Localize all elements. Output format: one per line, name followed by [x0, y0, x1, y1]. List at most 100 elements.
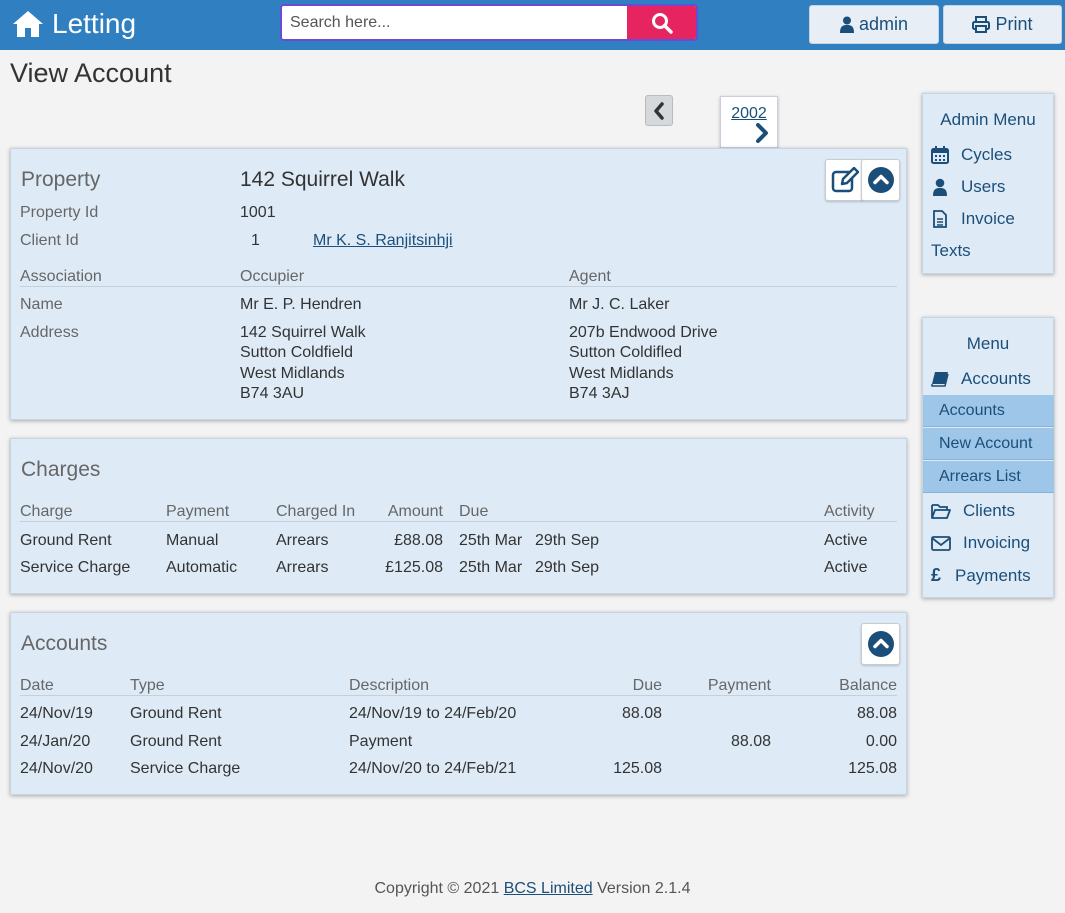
- client-id-label: Client Id: [20, 232, 79, 249]
- occupier-name: Mr E. P. Hendren: [240, 296, 362, 313]
- column-header: Payment: [166, 503, 230, 520]
- menu-item-accounts[interactable]: Accounts: [931, 369, 1031, 389]
- document-icon: [933, 210, 947, 228]
- admin-menu: Admin Menu Cycles Users Invoice Texts: [922, 93, 1054, 274]
- agent-name: Mr J. C. Laker: [569, 296, 670, 313]
- address-label: Address: [20, 324, 79, 341]
- admin-user-button[interactable]: admin: [809, 5, 939, 44]
- submenu-item-accounts[interactable]: Accounts: [923, 395, 1054, 427]
- agent-address-line: 207b Endwood Drive: [569, 324, 718, 341]
- edit-icon: [831, 167, 859, 193]
- admin-menu-item-users[interactable]: Users: [931, 177, 1005, 197]
- property-section-label: Property: [21, 168, 101, 191]
- occupier-header: Occupier: [240, 268, 305, 285]
- due-date-cell: 25th Mar: [459, 532, 523, 549]
- association-header: Association: [20, 268, 102, 285]
- description-cell: 24/Nov/19 to 24/Feb/20: [349, 705, 517, 722]
- copyright-text: Copyright © 2021: [374, 880, 500, 897]
- admin-menu-item-cycles[interactable]: Cycles: [931, 145, 1012, 165]
- chevron-up-circle-icon: [867, 167, 894, 193]
- divider: [20, 695, 897, 696]
- submenu-item-new-account[interactable]: New Account: [923, 428, 1054, 460]
- chevron-right-icon[interactable]: [755, 123, 769, 143]
- description-cell: Payment: [349, 733, 413, 750]
- search-input[interactable]: [282, 6, 627, 39]
- date-cell: 24/Jan/20: [20, 733, 91, 750]
- column-header: Type: [130, 677, 165, 694]
- admin-menu-item-label: Users: [961, 177, 1006, 196]
- print-icon: [972, 16, 991, 33]
- menu-item-label: Clients: [963, 501, 1015, 520]
- admin-menu-item-label: Texts: [931, 241, 971, 260]
- collapse-property-button[interactable]: [861, 159, 900, 201]
- description-cell: 24/Nov/20 to 24/Feb/21: [349, 760, 517, 777]
- column-header: Due: [459, 503, 489, 520]
- version-text: Version 2.1.4: [597, 880, 691, 897]
- page-title: View Account: [10, 58, 172, 88]
- brand-link[interactable]: Letting: [12, 8, 136, 40]
- agent-address-line: West Midlands: [569, 365, 674, 382]
- admin-menu-item-invoice[interactable]: Invoice: [931, 209, 1015, 229]
- divider: [20, 521, 897, 522]
- admin-menu-item-texts[interactable]: Texts: [931, 241, 971, 261]
- balance-cell: 0.00: [865, 733, 897, 750]
- agent-address-line: Sutton Coldifled: [569, 344, 682, 361]
- home-icon: [13, 11, 43, 37]
- print-button[interactable]: Print: [943, 5, 1062, 44]
- divider: [20, 286, 897, 287]
- column-header: Payment: [707, 677, 771, 694]
- due-date-cell: 29th Sep: [535, 559, 600, 576]
- search-button[interactable]: [627, 6, 696, 39]
- menu-title: Menu: [966, 334, 1010, 353]
- company-link[interactable]: BCS Limited: [504, 880, 593, 897]
- column-header: Amount: [387, 503, 443, 520]
- charge-cell: Ground Rent: [20, 532, 112, 549]
- admin-label: admin: [858, 14, 909, 34]
- menu-item-label: Accounts: [961, 369, 1031, 388]
- menu-item-label: Payments: [955, 565, 1031, 585]
- menu-item-clients[interactable]: Clients: [931, 501, 1015, 521]
- type-cell: Ground Rent: [130, 705, 222, 722]
- client-id-value: 1: [251, 232, 260, 249]
- menu-item-payments[interactable]: £ Payments: [931, 565, 1031, 586]
- menu-item-invoicing[interactable]: Invoicing: [931, 533, 1030, 553]
- user-icon: [933, 178, 947, 196]
- client-name-link[interactable]: Mr K. S. Ranjitsinhji: [313, 232, 453, 250]
- charges-panel: Charges Charge Payment Charged In Amount…: [10, 438, 907, 594]
- due-date-cell: 29th Sep: [535, 532, 600, 549]
- footer: Copyright © 2021 BCS Limited Version 2.1…: [0, 880, 1065, 898]
- search-form: [280, 4, 698, 41]
- payment-cell: 88.08: [730, 733, 771, 750]
- chevron-left-icon: [654, 101, 664, 120]
- brand-label: Letting: [52, 8, 137, 39]
- top-navbar: Letting admin Print: [0, 0, 1065, 50]
- property-panel: Property 142 Squirrel Walk Property Id 1…: [10, 148, 907, 420]
- submenu-item-arrears-list[interactable]: Arrears List: [923, 461, 1054, 493]
- charged-in-cell: Arrears: [276, 532, 329, 549]
- due-cell: 88.08: [621, 705, 662, 722]
- name-label: Name: [20, 296, 63, 313]
- year-link[interactable]: 2002: [721, 105, 777, 123]
- folder-open-icon: [931, 504, 951, 519]
- occupier-address-line: B74 3AU: [240, 385, 305, 402]
- main-menu: Menu Accounts Accounts New Account Arrea…: [922, 317, 1054, 598]
- admin-menu-item-label: Invoice: [961, 209, 1015, 228]
- accounts-title: Accounts: [21, 632, 108, 655]
- edit-property-button[interactable]: [825, 159, 864, 201]
- chevron-up-circle-icon: [867, 631, 894, 657]
- menu-item-label: Invoicing: [963, 533, 1031, 552]
- amount-cell: £88.08: [394, 532, 443, 549]
- column-header: Charge: [20, 503, 73, 520]
- previous-year-button[interactable]: [645, 95, 673, 126]
- due-cell: 125.08: [613, 760, 662, 777]
- balance-cell: 88.08: [856, 705, 897, 722]
- column-header: Date: [20, 677, 54, 694]
- activity-cell: Active: [824, 532, 868, 549]
- date-cell: 24/Nov/19: [20, 705, 93, 722]
- collapse-accounts-button[interactable]: [861, 623, 900, 665]
- activity-cell: Active: [824, 559, 868, 576]
- due-date-cell: 25th Mar: [459, 559, 523, 576]
- payment-cell: Manual: [166, 532, 219, 549]
- pound-icon: £: [931, 565, 942, 585]
- balance-cell: 125.08: [848, 760, 897, 777]
